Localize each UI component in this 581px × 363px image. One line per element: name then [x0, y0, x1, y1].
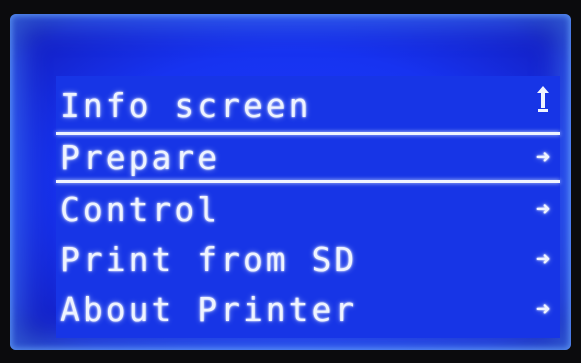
- right-arrow-icon: ➜: [535, 245, 551, 273]
- right-arrow-icon: ➜: [535, 295, 551, 323]
- lcd-menu-screen: Info screen Prepare ➜ Control ➜ Print fr…: [56, 76, 560, 338]
- menu-item-label: Control: [60, 190, 221, 229]
- selection-top-rule: [56, 132, 560, 135]
- menu-item-label: About Printer: [60, 290, 358, 329]
- menu-item-info-screen[interactable]: Info screen: [56, 82, 560, 130]
- menu-item-label: Info screen: [60, 86, 312, 125]
- menu-item-print-from-sd[interactable]: Print from SD ➜: [56, 236, 560, 284]
- menu-item-label: Prepare: [60, 138, 221, 177]
- menu-item-label: Print from SD: [60, 240, 358, 279]
- right-arrow-icon: ➜: [535, 195, 551, 223]
- back-up-arrow-icon: [537, 86, 549, 112]
- menu-item-about-printer[interactable]: About Printer ➜: [56, 286, 560, 334]
- menu-item-prepare[interactable]: Prepare ➜: [56, 132, 560, 183]
- right-arrow-icon: ➜: [535, 143, 551, 171]
- lcd-panel: Info screen Prepare ➜ Control ➜ Print fr…: [10, 14, 571, 350]
- selection-bottom-rule: [56, 180, 560, 183]
- menu-item-control[interactable]: Control ➜: [56, 186, 560, 234]
- printer-display-bezel: Info screen Prepare ➜ Control ➜ Print fr…: [0, 0, 581, 363]
